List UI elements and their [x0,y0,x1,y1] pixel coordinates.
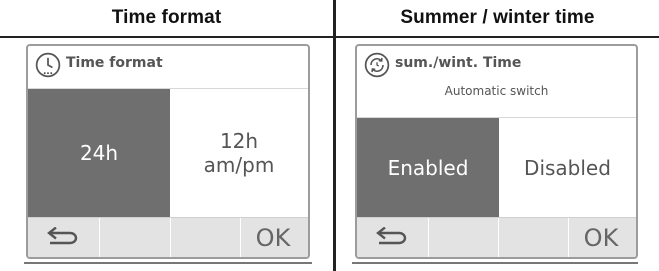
bar-separator [498,218,499,257]
option-label: Enabled [387,155,469,180]
back-arrow-icon [47,227,78,245]
ok-button[interactable]: OK [238,218,308,257]
bottom-bar: OK [357,217,636,257]
dst-clock-icon [364,52,390,78]
bar-separator [99,218,100,257]
title-bar: Time format [28,46,308,89]
screen-title: sum./wint. Time [395,55,522,71]
clock-icon [35,52,61,78]
option-12h-ampm[interactable]: 12h am/pm [170,89,308,217]
bottom-rule-right [352,262,638,264]
bar-separator [428,218,429,257]
section-header-time-format: Time format [111,7,222,28]
back-arrow-icon [376,227,407,245]
bottom-bar: OK [28,217,308,257]
back-button[interactable] [357,218,427,257]
column-divider [333,0,336,271]
option-disabled[interactable]: Disabled [499,118,636,217]
header-rule-left [0,36,333,38]
option-label: 24h [79,141,119,165]
screen-subtitle: Automatic switch [444,84,549,98]
title-bar: sum./wint. Time Automatic switch [357,46,636,118]
option-label: 12h am/pm [203,129,275,177]
section-header-summer-winter: Summer / winter time [400,7,595,28]
bar-separator [170,218,171,257]
back-button[interactable] [28,218,98,257]
bottom-rule-left [24,262,312,264]
option-24h[interactable]: 24h [28,89,170,217]
option-label: Disabled [524,155,611,180]
ok-button[interactable]: OK [566,218,636,257]
option-enabled[interactable]: Enabled [357,118,499,217]
header-rule-right [336,36,659,38]
screen-title: Time format [66,55,163,71]
summer-winter-screen: sum./wint. Time Automatic switch Enabled… [355,44,638,259]
time-format-screen: Time format 24h 12h am/pm OK [26,44,310,259]
